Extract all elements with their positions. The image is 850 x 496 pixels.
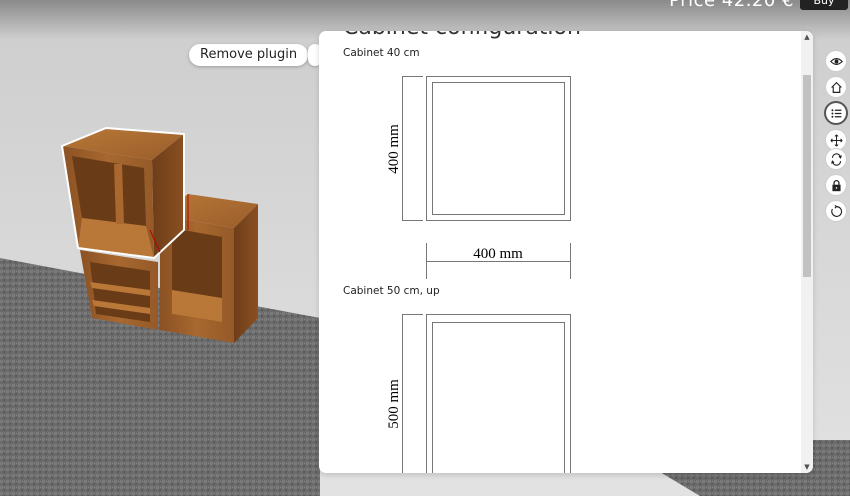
scroll-down-icon[interactable]: ▼ <box>801 461 813 473</box>
list-icon[interactable] <box>826 103 846 123</box>
move-icon[interactable] <box>826 130 846 150</box>
remove-plugin-button[interactable]: Remove plugin <box>189 44 309 66</box>
lock-icon[interactable] <box>826 175 846 195</box>
eye-icon[interactable] <box>826 51 846 71</box>
rotate-icon[interactable] <box>826 149 846 169</box>
dimension-drawings: 400 mm 400 mm 500 mm <box>386 76 571 473</box>
price-display: Price 42.20 € <box>669 0 794 11</box>
reset-icon[interactable] <box>826 201 846 221</box>
home-icon[interactable] <box>826 77 846 97</box>
cabinet-2-height-label: 500 mm <box>386 379 402 429</box>
cabinet-configuration-panel: Cabinet configuration Cabinet 40 cm Cabi… <box>319 31 813 473</box>
cabinet-1-drawing: 400 mm 400 mm <box>386 76 571 279</box>
buy-button[interactable]: Buy <box>800 0 848 10</box>
panel-scrollbar[interactable]: ▲ ▼ <box>801 31 813 473</box>
cabinet-1-width-label: 400 mm <box>473 246 523 262</box>
cabinet-1-height-label: 400 mm <box>386 124 402 174</box>
scroll-thumb[interactable] <box>803 75 811 277</box>
cabinet-2-drawing: 500 mm <box>386 314 571 473</box>
scroll-up-icon[interactable]: ▲ <box>801 31 813 43</box>
